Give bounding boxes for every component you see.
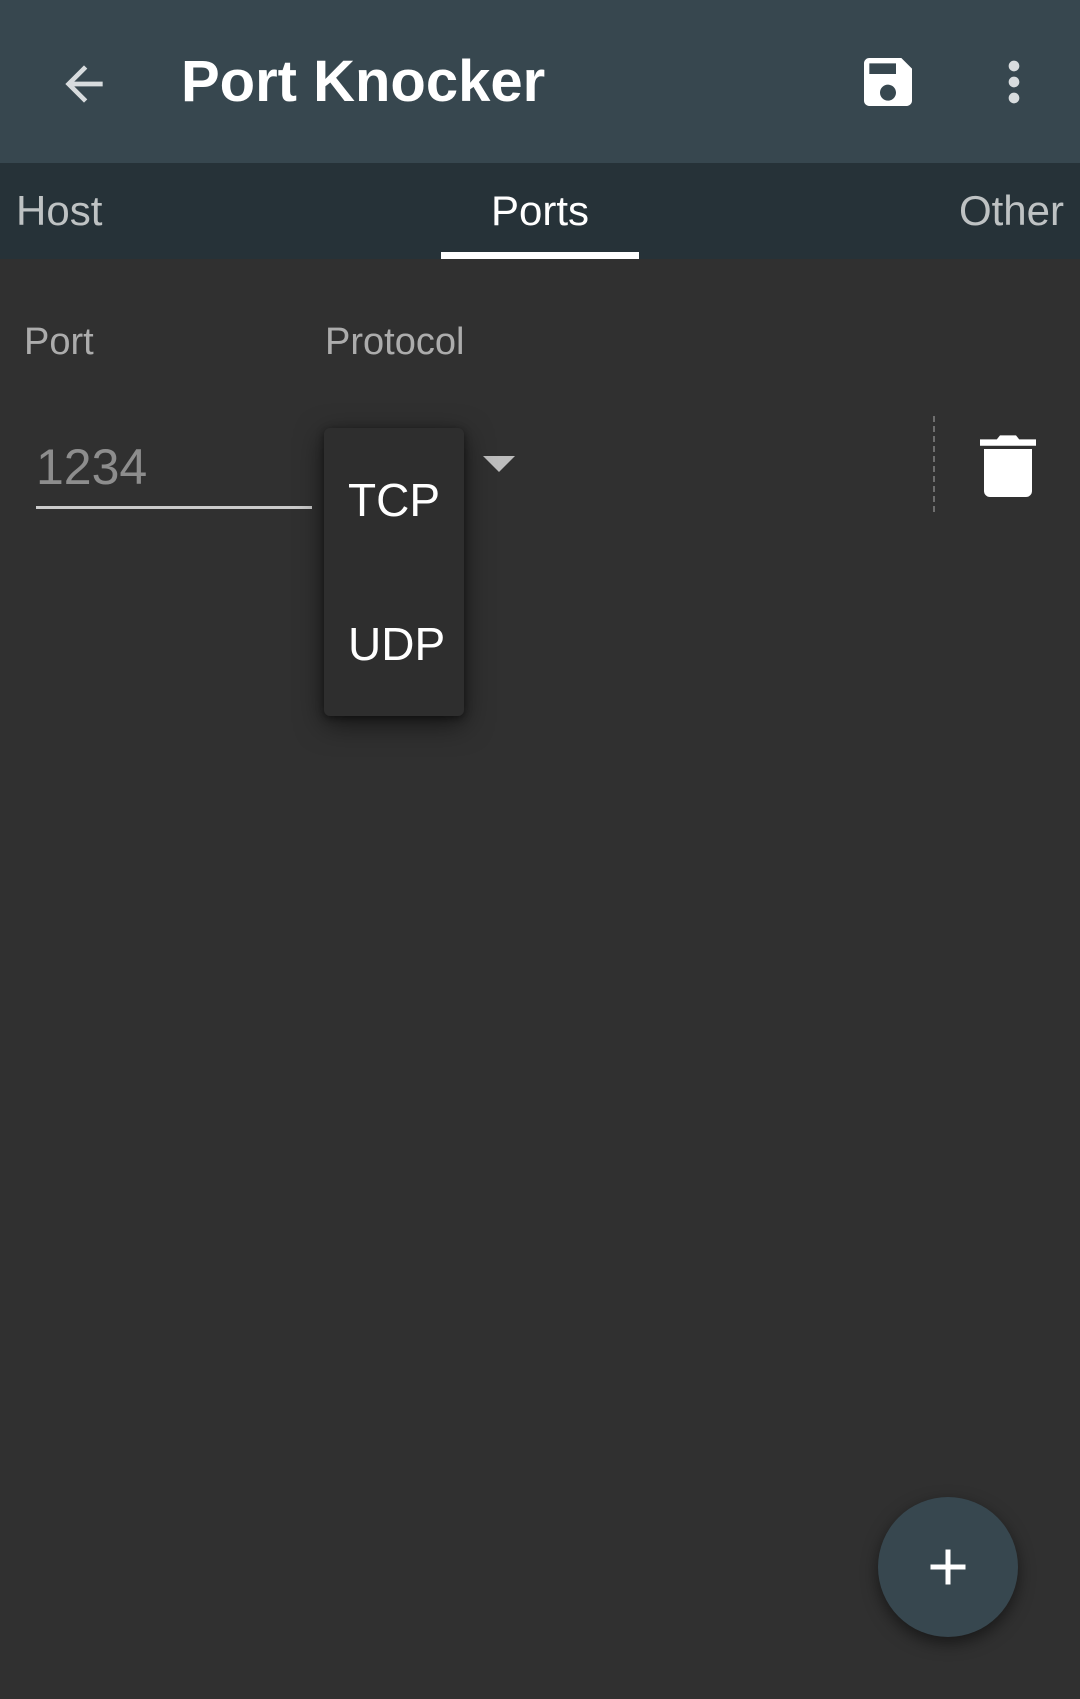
plus-icon bbox=[930, 1549, 966, 1585]
protocol-option-tcp[interactable]: TCP bbox=[324, 428, 464, 572]
tab-ports[interactable]: Ports bbox=[441, 163, 639, 259]
protocol-dropdown-arrow-icon[interactable] bbox=[483, 456, 515, 472]
delete-port-button[interactable] bbox=[966, 420, 1050, 510]
trash-icon bbox=[980, 435, 1036, 497]
port-column-label: Port bbox=[24, 321, 94, 363]
protocol-column-label: Protocol bbox=[325, 321, 465, 363]
page-title: Port Knocker bbox=[181, 49, 546, 114]
back-button[interactable] bbox=[40, 40, 128, 128]
tab-other[interactable]: Other bbox=[959, 163, 1064, 259]
more-vert-icon bbox=[1008, 60, 1020, 104]
save-button[interactable] bbox=[844, 38, 932, 126]
tab-bar: Host Ports Other bbox=[0, 163, 1080, 259]
app-bar: Port Knocker bbox=[0, 0, 1080, 163]
tab-host[interactable]: Host bbox=[16, 163, 102, 259]
port-input[interactable] bbox=[36, 428, 312, 509]
protocol-option-udp[interactable]: UDP bbox=[324, 572, 464, 716]
active-tab-indicator bbox=[441, 252, 639, 259]
protocol-dropdown-menu: TCP UDP bbox=[324, 428, 464, 716]
arrow-back-icon bbox=[65, 65, 103, 103]
row-divider bbox=[933, 416, 935, 512]
save-icon bbox=[864, 58, 912, 106]
add-port-button[interactable] bbox=[878, 1497, 1018, 1637]
more-options-button[interactable] bbox=[970, 38, 1058, 126]
